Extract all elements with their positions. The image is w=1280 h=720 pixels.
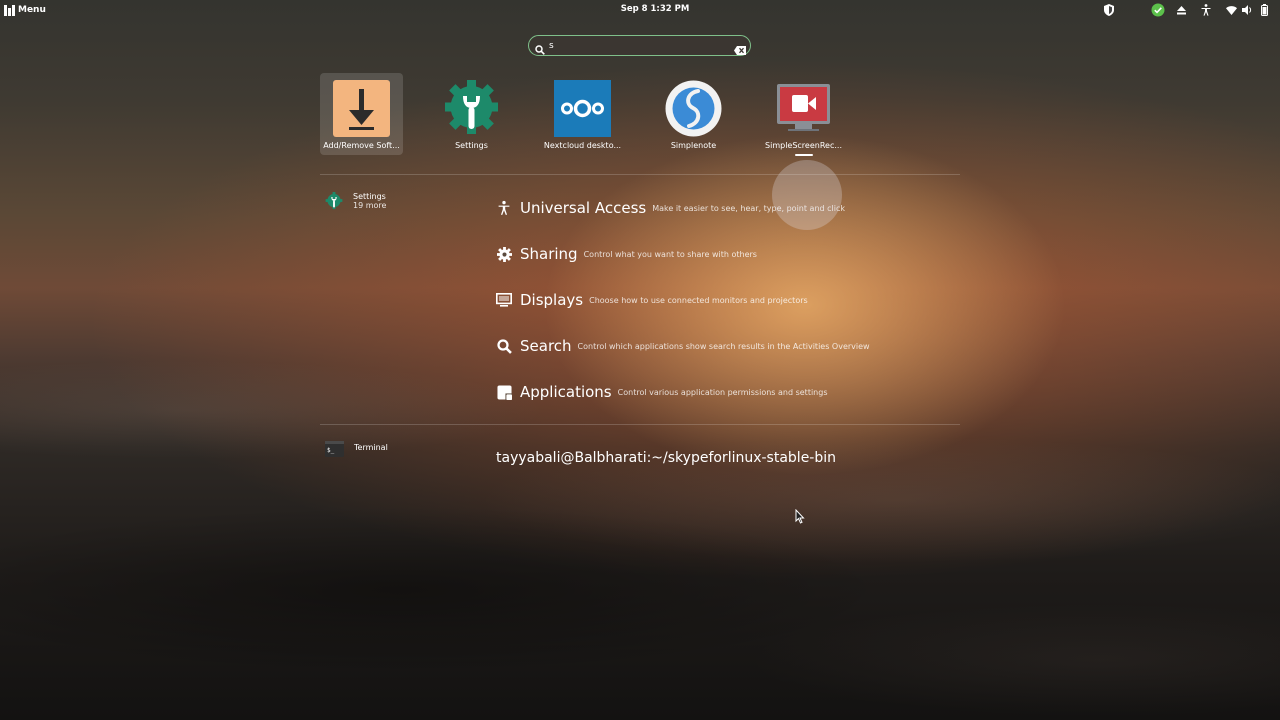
menu-button[interactable]: Menu — [4, 3, 46, 17]
running-indicator — [795, 154, 813, 156]
screen-recorder-icon — [775, 80, 832, 137]
search-input[interactable] — [549, 38, 729, 53]
click-highlight — [772, 160, 842, 230]
result-title: Applications — [520, 383, 612, 401]
battery-icon[interactable] — [1258, 3, 1270, 17]
accessibility-icon[interactable] — [1200, 3, 1212, 17]
result-description: Choose how to use connected monitors and… — [589, 295, 808, 305]
nextcloud-icon — [554, 80, 611, 137]
menu-logo-icon — [4, 4, 15, 16]
result-search[interactable]: Search Control which applications show s… — [496, 335, 870, 357]
wifi-icon[interactable] — [1225, 3, 1237, 17]
result-title: Displays — [520, 291, 584, 309]
result-terminal-session[interactable]: tayyabali@Balbharati:~/skypeforlinux-sta… — [496, 450, 836, 466]
result-title: Sharing — [520, 245, 578, 263]
result-applications[interactable]: Applications Control various application… — [496, 381, 828, 403]
result-description: Control various application permissions … — [617, 387, 828, 397]
clear-icon[interactable] — [734, 40, 746, 59]
provider-name: Settings — [353, 192, 386, 201]
app-label: Nextcloud deskto... — [543, 141, 622, 150]
simplenote-icon — [665, 80, 722, 137]
svg-text:$_: $_ — [327, 447, 335, 454]
eject-icon[interactable] — [1175, 3, 1187, 17]
result-title: Universal Access — [520, 199, 647, 217]
volume-icon[interactable] — [1241, 3, 1253, 17]
search-icon — [496, 338, 512, 354]
app-add-remove-software[interactable]: Add/Remove Soft... — [320, 73, 403, 155]
result-sharing[interactable]: Sharing Control what you want to share w… — [496, 243, 757, 265]
settings-gear-icon — [443, 80, 500, 137]
app-label: Add/Remove Soft... — [323, 141, 400, 150]
download-icon — [333, 80, 390, 137]
app-label: Settings — [455, 141, 488, 150]
search-icon — [535, 40, 545, 59]
terminal-icon: $_ — [325, 441, 344, 461]
clock[interactable]: Sep 8 1:32 PM — [600, 4, 710, 14]
shield-icon[interactable] — [1102, 3, 1116, 17]
menu-label: Menu — [18, 5, 46, 15]
update-ok-icon[interactable] — [1150, 3, 1166, 17]
app-label: Simplenote — [670, 141, 717, 150]
app-simplenote[interactable]: Simplenote — [652, 73, 735, 155]
results-separator — [320, 174, 960, 175]
display-icon — [496, 292, 512, 308]
app-nextcloud-desktop[interactable]: Nextcloud deskto... — [541, 73, 624, 155]
result-description: Control what you want to share with othe… — [583, 249, 757, 259]
result-displays[interactable]: Displays Choose how to use connected mon… — [496, 289, 808, 311]
app-label: SimpleScreenRec... — [765, 141, 842, 150]
applications-icon — [496, 384, 512, 400]
app-settings[interactable]: Settings — [430, 73, 513, 155]
search-entry[interactable] — [528, 35, 751, 56]
top-bar: Menu Sep 8 1:32 PM — [0, 0, 1280, 20]
results-separator — [320, 424, 960, 425]
result-description: Control which applications show search r… — [577, 341, 870, 351]
provider-name: Terminal — [354, 443, 388, 452]
provider-more-count: 19 more — [353, 201, 387, 210]
app-simplescreenrecorder[interactable]: SimpleScreenRec... — [762, 73, 845, 155]
settings-gear-icon — [325, 192, 343, 214]
result-title: Search — [520, 337, 572, 355]
provider-terminal[interactable]: $_ Terminal — [325, 441, 388, 461]
result-universal-access[interactable]: Universal Access Make it easier to see, … — [496, 197, 845, 219]
result-description: Make it easier to see, hear, type, point… — [652, 203, 846, 213]
gear-icon — [496, 246, 512, 262]
accessibility-icon — [496, 200, 512, 216]
mouse-pointer-icon — [795, 508, 805, 528]
provider-settings[interactable]: Settings 19 more — [325, 192, 386, 214]
